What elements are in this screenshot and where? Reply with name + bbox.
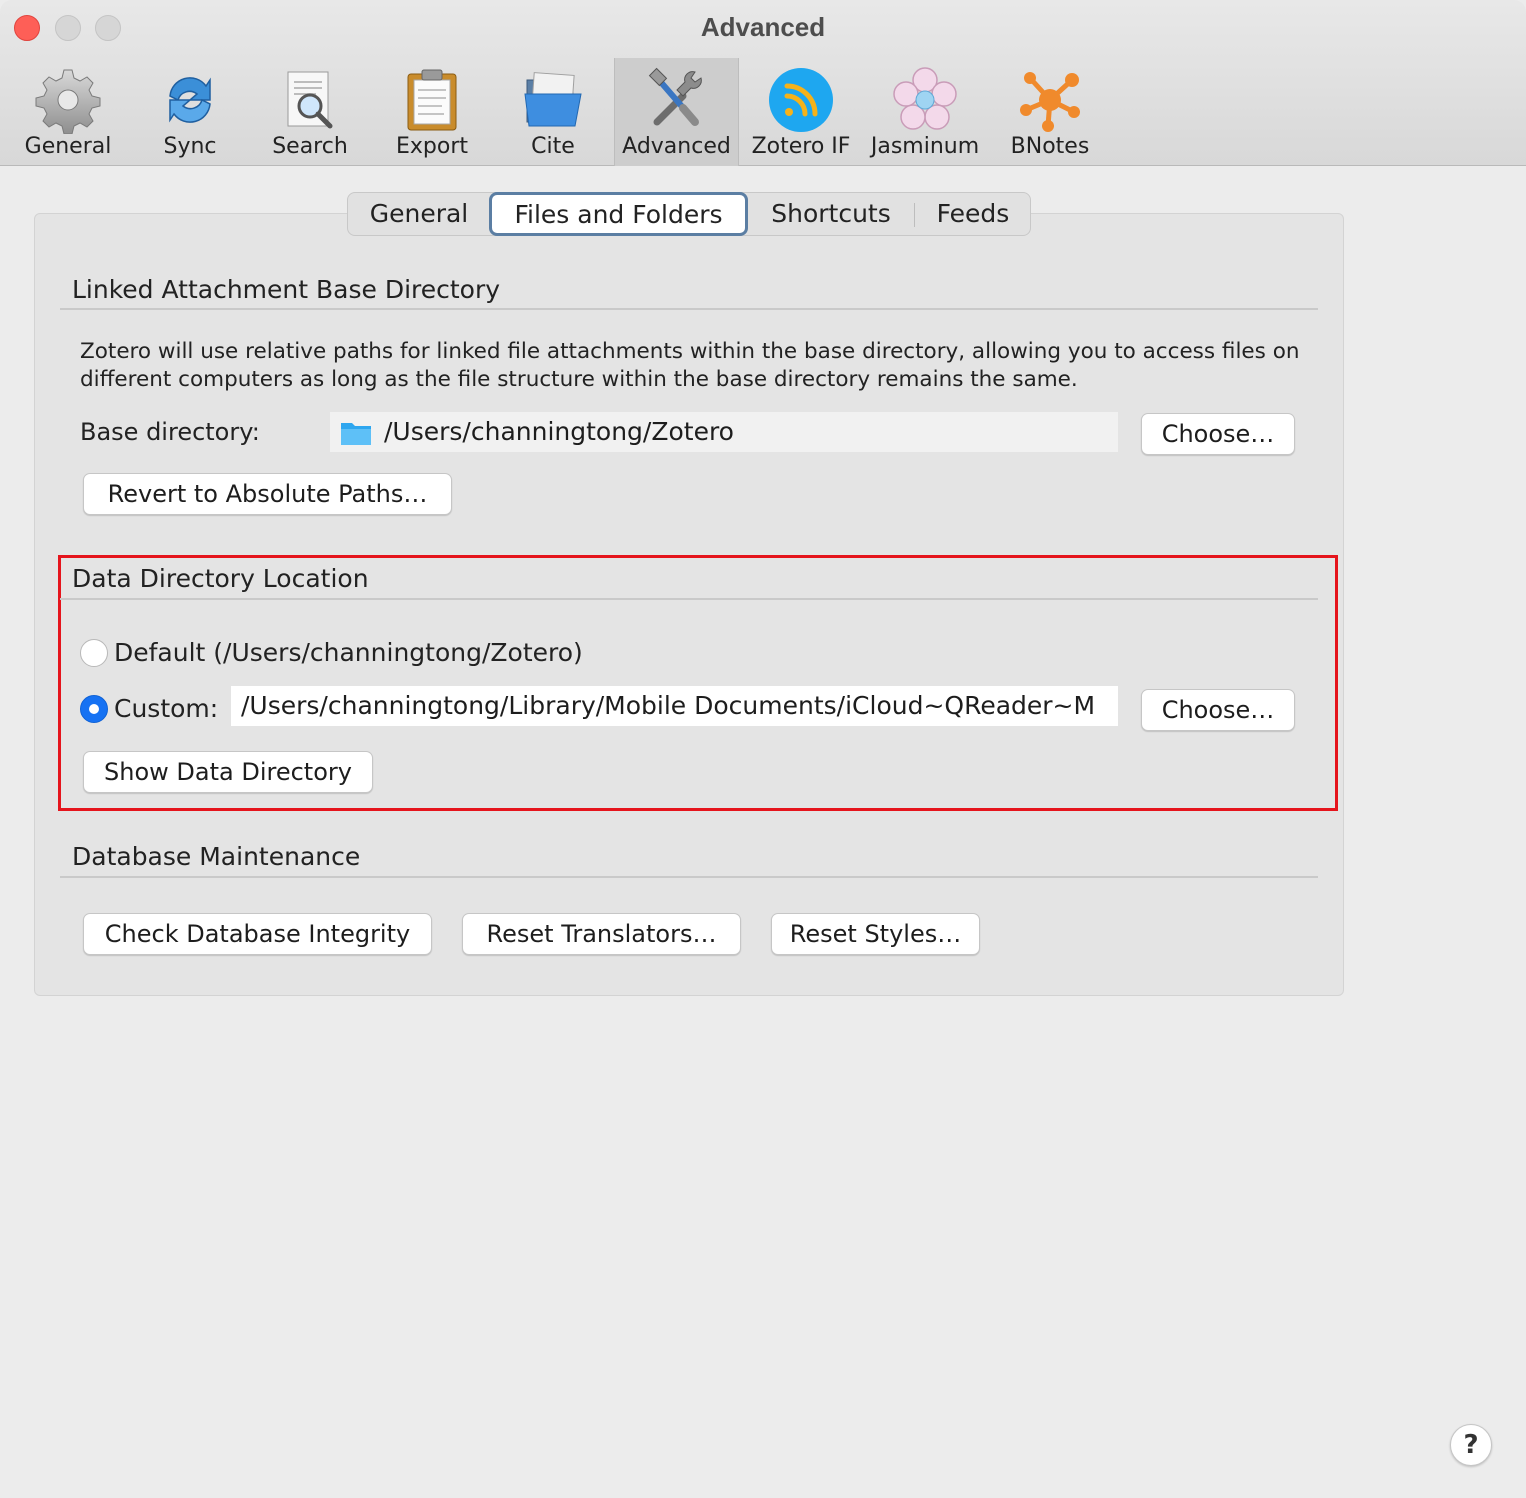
toolbar-bnotes[interactable]: BNotes [990,58,1110,166]
preferences-window: Advanced General Sync Search Export Cite… [0,0,1526,1498]
reset-translators-button[interactable]: Reset Translators… [462,913,741,955]
toolbar-jasminum[interactable]: Jasminum [864,58,986,166]
flower-icon [893,67,957,130]
toolbar-search[interactable]: Search [250,58,370,166]
title-bar: Advanced General Sync Search Export Cite… [0,0,1526,166]
tab-feeds[interactable]: Feeds [916,193,1030,235]
show-data-directory-button[interactable]: Show Data Directory [83,751,373,793]
folder-icon [524,72,582,127]
toolbar-label: Sync [163,134,217,159]
custom-location-radio[interactable] [80,695,108,723]
linked-attachment-description: Zotero will use relative paths for linke… [80,339,1300,392]
rss-icon [769,68,833,132]
toolbar-label: Zotero IF [751,134,851,159]
toolbar-export[interactable]: Export [372,58,492,166]
toolbar-label: BNotes [1010,134,1090,159]
linked-attachment-section-title: Linked Attachment Base Directory [72,275,501,304]
help-button[interactable]: ? [1450,1424,1492,1466]
check-database-integrity-button[interactable]: Check Database Integrity [83,913,432,955]
toolbar-label: Cite [531,134,575,159]
toolbar-sync[interactable]: Sync [130,58,250,166]
choose-base-directory-button[interactable]: Choose… [1141,413,1295,455]
folder-icon [341,423,371,445]
toolbar-label: Jasminum [870,134,980,159]
toolbar-general[interactable]: General [8,58,128,166]
clipboard-icon [407,69,457,131]
gear-icon [35,69,101,134]
toolbar-cite[interactable]: Cite [493,58,613,166]
tab-shortcuts[interactable]: Shortcuts [750,193,912,235]
base-directory-path: /Users/channingtong/Zotero [384,417,734,446]
tab-bar: General Files and Folders Shortcuts Feed… [347,192,1031,236]
base-directory-field: /Users/channingtong/Zotero [330,412,1118,452]
tab-general[interactable]: General [348,193,490,235]
reset-styles-button[interactable]: Reset Styles… [771,913,980,955]
toolbar-label: Advanced [622,134,731,159]
tab-files-and-folders[interactable]: Files and Folders [489,192,748,236]
tools-icon [648,67,702,126]
database-maintenance-section-title: Database Maintenance [72,842,361,871]
choose-data-directory-button[interactable]: Choose… [1141,689,1295,731]
search-icon [287,71,333,129]
sync-icon [169,77,211,123]
toolbar-label: General [24,134,112,159]
toolbar-label: Search [272,134,348,159]
window-title: Advanced [700,12,826,42]
default-location-radio[interactable] [80,639,108,667]
default-location-label: Default (/Users/channingtong/Zotero) [114,638,583,667]
custom-location-field[interactable]: /Users/channingtong/Library/Mobile Docum… [231,686,1118,726]
tab-separator [914,203,915,227]
section-divider [60,876,1318,878]
network-icon [1020,72,1080,132]
revert-to-absolute-paths-button[interactable]: Revert to Absolute Paths… [83,473,452,515]
toolbar-label: Export [395,134,468,159]
toolbar-zotero-if[interactable]: Zotero IF [741,58,861,166]
section-divider [60,598,1318,600]
section-divider [60,308,1318,310]
data-directory-section-title: Data Directory Location [72,564,369,593]
custom-location-label: Custom: [114,694,219,723]
toolbar-advanced[interactable]: Advanced [614,58,739,166]
base-directory-label: Base directory: [80,418,260,446]
